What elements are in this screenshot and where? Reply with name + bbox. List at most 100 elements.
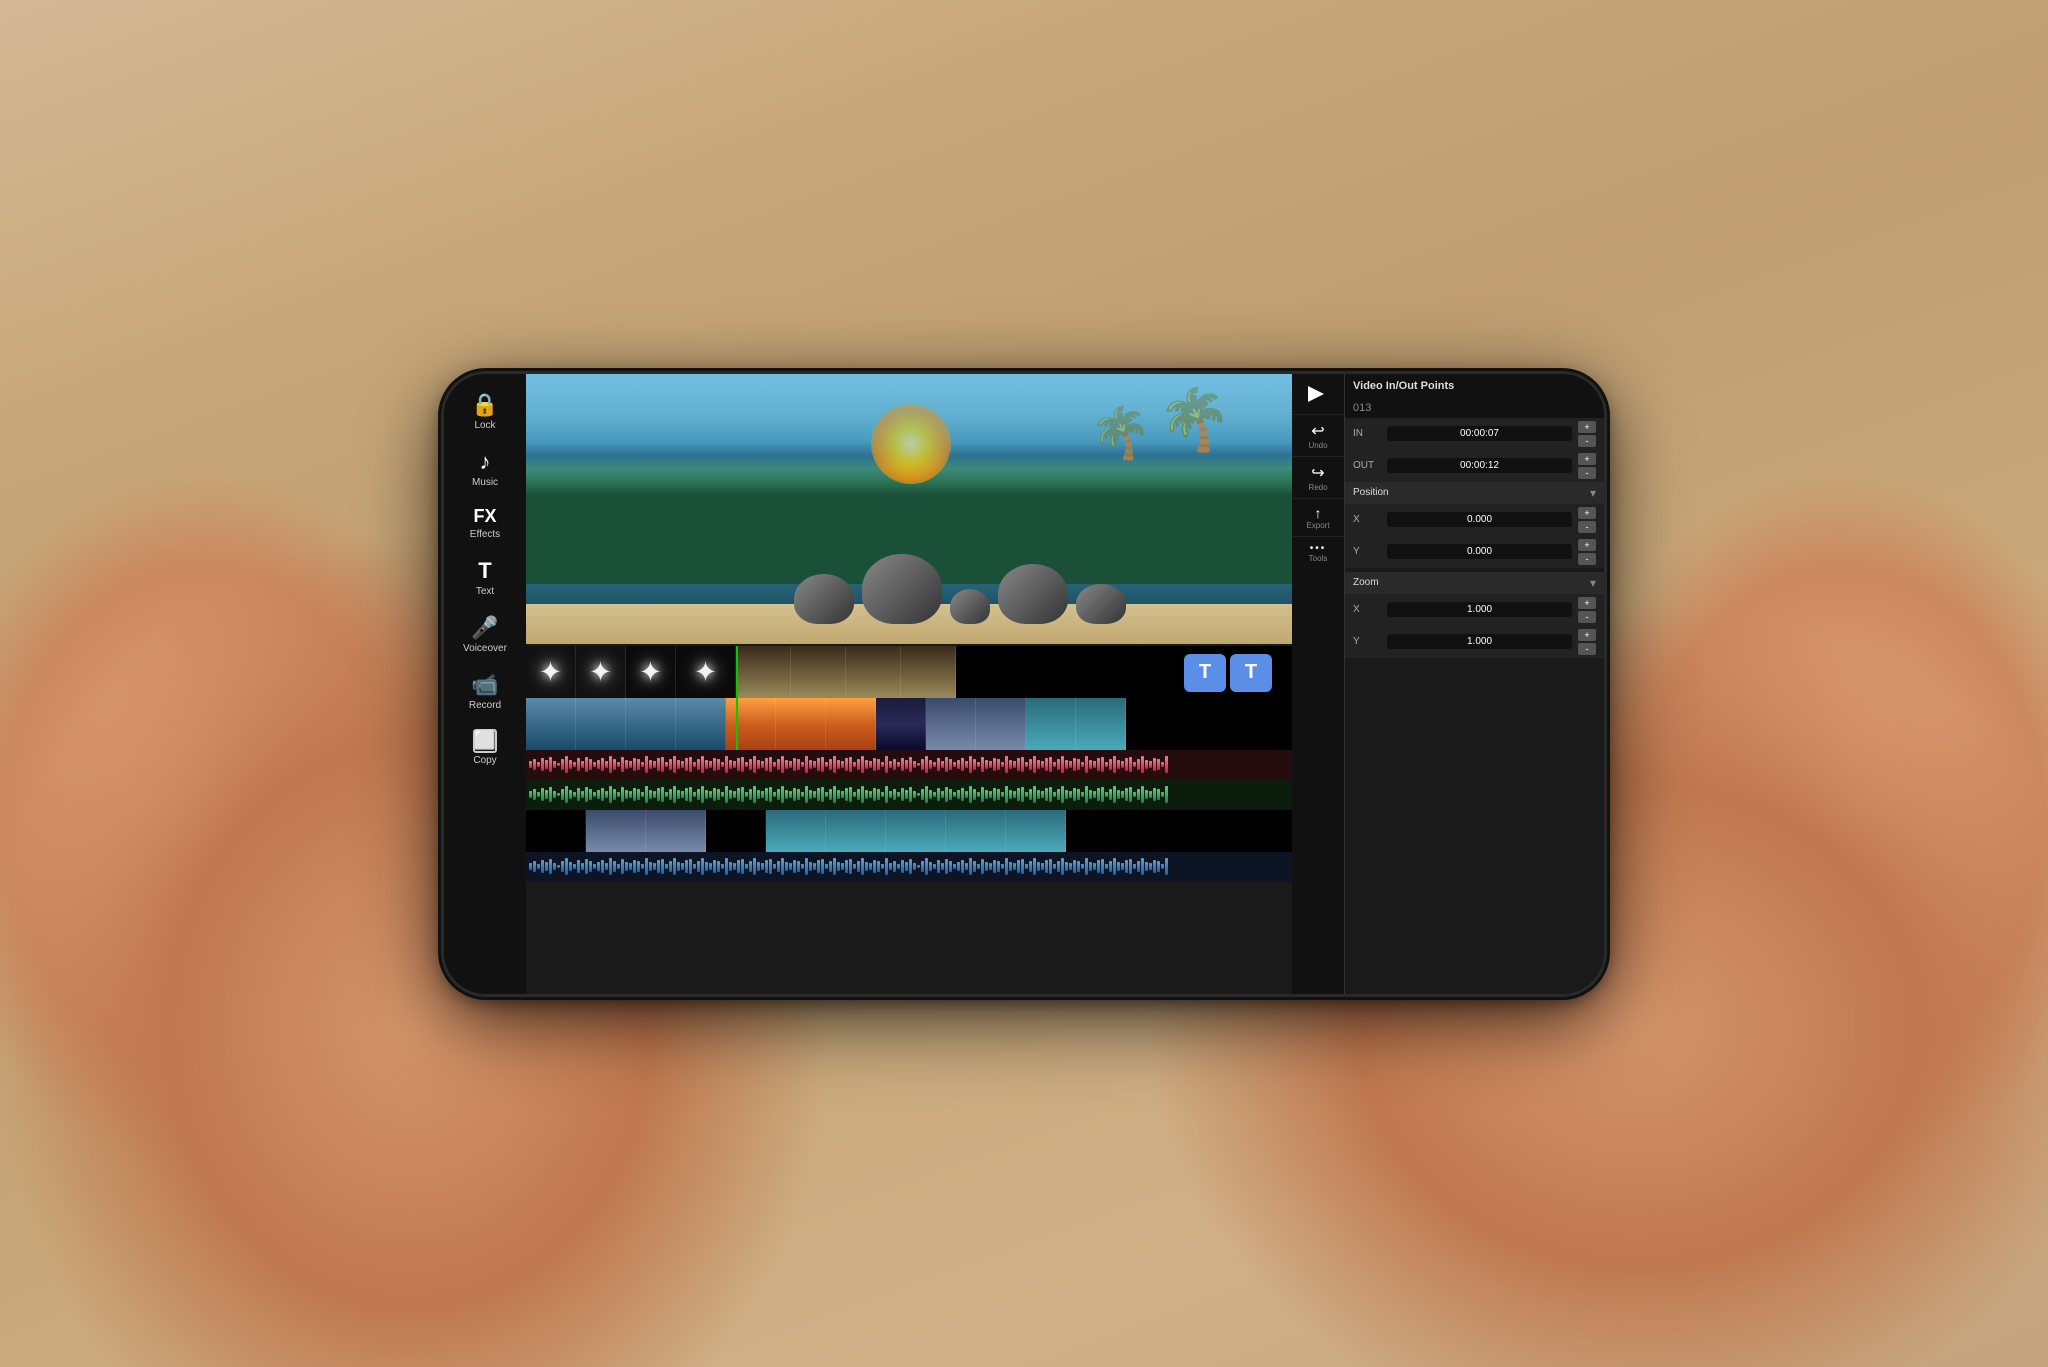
undo-control[interactable]: ↩ Undo (1292, 415, 1344, 457)
sky-overlay (526, 374, 1292, 494)
text-button-2[interactable]: T (1230, 654, 1272, 692)
toolbar-label-text: Text (476, 586, 494, 597)
zoom-x-minus-btn[interactable]: - (1578, 611, 1596, 623)
empty-frame-2 (706, 810, 766, 852)
rocks-group (794, 554, 1126, 624)
city2-frame-2 (646, 810, 706, 852)
play-button[interactable] (1308, 386, 1324, 402)
in-out-section: 013 IN 00:00:07 + - OUT 00:00:12 + - (1345, 398, 1604, 482)
out-plus-btn[interactable]: + (1578, 453, 1596, 465)
in-label: IN (1353, 428, 1381, 439)
waveform-3 (526, 852, 1292, 882)
audio-track-1 (526, 750, 1292, 780)
pos-y-btn-group: + - (1578, 539, 1596, 565)
redo-control[interactable]: ↪ Redo (1292, 457, 1344, 499)
zoom-chevron-icon: ▾ (1590, 576, 1596, 590)
toolbar-label-record: Record (469, 700, 501, 711)
toolbar-label-lock: Lock (474, 420, 495, 431)
zoom-title: Zoom (1353, 577, 1379, 588)
toolbar-item-record[interactable]: 📹 Record (447, 664, 523, 719)
toolbar-label-voiceover: Voiceover (463, 643, 507, 654)
play-control[interactable] (1292, 374, 1344, 415)
in-row: IN 00:00:07 + - (1345, 418, 1604, 450)
playhead-2 (736, 698, 738, 750)
toolbar-label-copy: Copy (473, 755, 496, 766)
tools-control[interactable]: ••• Tools (1292, 537, 1344, 569)
text-buttons-group: T T (1184, 654, 1272, 692)
in-minus-btn[interactable]: - (1578, 435, 1596, 447)
toolbar-item-copy[interactable]: ⬜ Copy (447, 721, 523, 774)
pos-x-value[interactable]: 0.000 (1387, 512, 1572, 527)
starburst-frame-4 (676, 646, 736, 698)
position-chevron-icon: ▾ (1590, 486, 1596, 500)
toolbar-item-text[interactable]: T Text (447, 550, 523, 605)
timeline-area: T T (526, 644, 1292, 994)
position-title: Position (1353, 487, 1389, 498)
out-label: OUT (1353, 460, 1381, 471)
out-value[interactable]: 00:00:12 (1387, 458, 1572, 473)
app-screen: 🔒 Lock ♪ Music FX Effects T Text 🎤 Voice… (444, 374, 1604, 994)
starburst-frame-3 (626, 646, 676, 698)
zoom-y-minus-btn[interactable]: - (1578, 643, 1596, 655)
pos-x-plus-btn[interactable]: + (1578, 507, 1596, 519)
pos-y-value[interactable]: 0.000 (1387, 544, 1572, 559)
toolbar-item-lock[interactable]: 🔒 Lock (447, 384, 523, 439)
empty-frame-1 (526, 810, 586, 852)
export-icon: ↑ (1315, 505, 1322, 521)
pos-y-label: Y (1353, 546, 1381, 557)
undo-icon: ↩ (1311, 421, 1324, 441)
toolbar-item-effects[interactable]: FX Effects (447, 498, 523, 548)
bokeh-frame-3 (846, 646, 901, 698)
zoom-y-row: Y 1.000 + - (1345, 626, 1604, 658)
teal2-frame-4 (946, 810, 1006, 852)
sunset-frame-3 (826, 698, 876, 750)
export-control[interactable]: ↑ Export (1292, 499, 1344, 537)
pos-y-minus-btn[interactable]: - (1578, 553, 1596, 565)
sunset-frame-2 (776, 698, 826, 750)
teal2-frame-3 (886, 810, 946, 852)
zoom-x-plus-btn[interactable]: + (1578, 597, 1596, 609)
teal2-frame-1 (766, 810, 826, 852)
zoom-y-value[interactable]: 1.000 (1387, 634, 1572, 649)
pos-x-minus-btn[interactable]: - (1578, 521, 1596, 533)
zoom-section-header[interactable]: Zoom ▾ (1345, 572, 1604, 594)
secondary-video-track (526, 810, 1292, 852)
left-toolbar: 🔒 Lock ♪ Music FX Effects T Text 🎤 Voice… (444, 374, 526, 994)
audio-track-2 (526, 780, 1292, 810)
rock-2 (862, 554, 942, 624)
beach-frame-4 (676, 698, 726, 750)
zoom-y-label: Y (1353, 636, 1381, 647)
toolbar-label-effects: Effects (470, 529, 500, 540)
teal2-frame-5 (1006, 810, 1066, 852)
toolbar-item-voiceover[interactable]: 🎤 Voiceover (447, 607, 523, 662)
beach-frame-2 (576, 698, 626, 750)
city-frame-2 (976, 698, 1026, 750)
city-frame-1 (926, 698, 976, 750)
out-row: OUT 00:00:12 + - (1345, 450, 1604, 482)
pos-x-btn-group: + - (1578, 507, 1596, 533)
city2-frame-1 (586, 810, 646, 852)
frame-counter-label: 013 (1353, 402, 1371, 414)
pos-y-plus-btn[interactable]: + (1578, 539, 1596, 551)
starburst-track: T T (526, 646, 1292, 698)
position-section-header[interactable]: Position ▾ (1345, 482, 1604, 504)
teal-frame-2 (1076, 698, 1126, 750)
zoom-x-btn-group: + - (1578, 597, 1596, 623)
zoom-y-plus-btn[interactable]: + (1578, 629, 1596, 641)
out-btn-group: + - (1578, 453, 1596, 479)
out-minus-btn[interactable]: - (1578, 467, 1596, 479)
starburst-frame-1 (526, 646, 576, 698)
in-value[interactable]: 00:00:07 (1387, 426, 1572, 441)
sunset-frame-1 (726, 698, 776, 750)
toolbar-item-music[interactable]: ♪ Music (447, 441, 523, 496)
text-icon: T (478, 558, 491, 584)
tools-label: Tools (1309, 554, 1328, 563)
mic-icon: 🎤 (471, 615, 498, 641)
video-preview: 🌴 🌴 (526, 374, 1292, 644)
text-button-1[interactable]: T (1184, 654, 1226, 692)
zoom-x-value[interactable]: 1.000 (1387, 602, 1572, 617)
bokeh-frame-4 (901, 646, 956, 698)
middle-strip: ↩ Undo ↪ Redo ↑ Export ••• Tools (1292, 374, 1344, 994)
in-plus-btn[interactable]: + (1578, 421, 1596, 433)
bokeh-frame-1 (736, 646, 791, 698)
